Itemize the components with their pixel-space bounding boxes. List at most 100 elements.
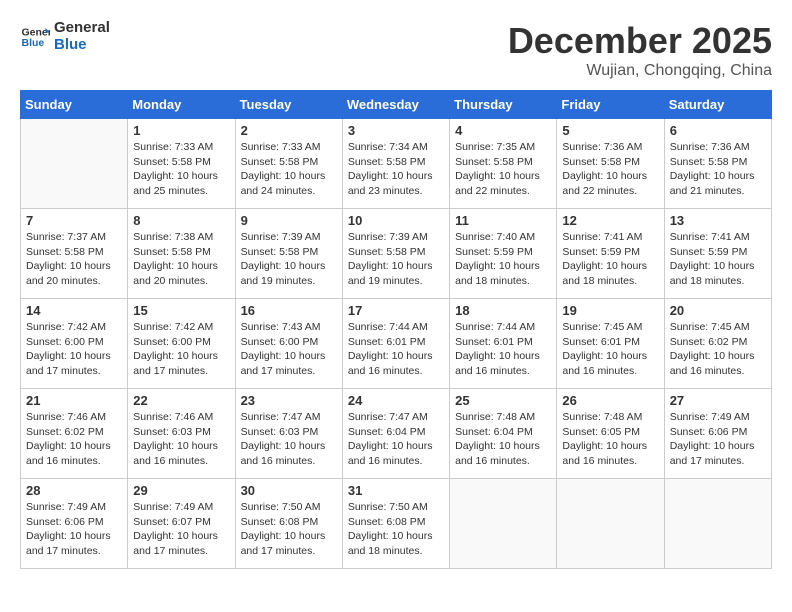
day-info: Sunrise: 7:42 AM Sunset: 6:00 PM Dayligh… (26, 320, 122, 379)
logo-line1: General (54, 20, 110, 37)
weekday-header-wednesday: Wednesday (342, 91, 449, 119)
weekday-header-monday: Monday (128, 91, 235, 119)
day-info: Sunrise: 7:43 AM Sunset: 6:00 PM Dayligh… (241, 320, 337, 379)
day-info: Sunrise: 7:45 AM Sunset: 6:01 PM Dayligh… (562, 320, 658, 379)
calendar-cell: 9Sunrise: 7:39 AM Sunset: 5:58 PM Daylig… (235, 209, 342, 299)
day-info: Sunrise: 7:38 AM Sunset: 5:58 PM Dayligh… (133, 230, 229, 289)
calendar-title: December 2025 (508, 20, 772, 62)
day-info: Sunrise: 7:37 AM Sunset: 5:58 PM Dayligh… (26, 230, 122, 289)
calendar-week-row: 7 Sunrise: 7:37 AM Sunset: 5:58 PM Daylig… (21, 209, 772, 299)
day-number: 20 (670, 303, 766, 318)
day-info: Sunrise: 7:44 AM Sunset: 6:01 PM Dayligh… (348, 320, 444, 379)
calendar-cell: 27 Sunrise: 7:49 AM Sunset: 6:06 PM Dayli… (664, 389, 771, 479)
calendar-cell: 29 Sunrise: 7:49 AM Sunset: 6:07 PM Dayli… (128, 479, 235, 569)
day-info: Sunrise: 7:34 AM Sunset: 5:58 PM Dayligh… (348, 140, 444, 199)
day-info: Sunrise: 7:45 AM Sunset: 6:02 PM Dayligh… (670, 320, 766, 379)
svg-text:Blue: Blue (22, 37, 45, 49)
weekday-header-sunday: Sunday (21, 91, 128, 119)
day-number: 2 (241, 123, 337, 138)
day-number: 13 (670, 213, 766, 228)
calendar-cell: 25Sunrise: 7:48 AM Sunset: 6:04 PM Dayli… (450, 389, 557, 479)
day-info: Sunrise: 7:41 AM Sunset: 5:59 PM Dayligh… (562, 230, 658, 289)
weekday-header-saturday: Saturday (664, 91, 771, 119)
title-section: December 2025 Wujian, Chongqing, China (508, 20, 772, 80)
day-number: 6 (670, 123, 766, 138)
day-number: 12 (562, 213, 658, 228)
day-info: Sunrise: 7:42 AM Sunset: 6:00 PM Dayligh… (133, 320, 229, 379)
day-info: Sunrise: 7:33 AM Sunset: 5:58 PM Dayligh… (133, 140, 229, 199)
day-info: Sunrise: 7:50 AM Sunset: 6:08 PM Dayligh… (348, 500, 444, 559)
day-info: Sunrise: 7:50 AM Sunset: 6:08 PM Dayligh… (241, 500, 337, 559)
calendar-cell: 13 Sunrise: 7:41 AM Sunset: 5:59 PM Dayli… (664, 209, 771, 299)
day-info: Sunrise: 7:36 AM Sunset: 5:58 PM Dayligh… (562, 140, 658, 199)
calendar-cell: 18Sunrise: 7:44 AM Sunset: 6:01 PM Dayli… (450, 299, 557, 389)
day-number: 29 (133, 483, 229, 498)
header: General Blue General Blue December 2025 … (20, 20, 772, 80)
calendar-cell: 4 Sunrise: 7:35 AM Sunset: 5:58 PM Daylig… (450, 119, 557, 209)
day-info: Sunrise: 7:49 AM Sunset: 6:06 PM Dayligh… (670, 410, 766, 469)
calendar-cell: 21Sunrise: 7:46 AM Sunset: 6:02 PM Dayli… (21, 389, 128, 479)
weekday-header-friday: Friday (557, 91, 664, 119)
calendar-week-row: 14 Sunrise: 7:42 AM Sunset: 6:00 PM Dayli… (21, 299, 772, 389)
day-number: 1 (133, 123, 229, 138)
calendar-cell: 1 Sunrise: 7:33 AM Sunset: 5:58 PM Daylig… (128, 119, 235, 209)
weekday-header-row: SundayMondayTuesdayWednesdayThursdayFrid… (21, 91, 772, 119)
day-info: Sunrise: 7:33 AM Sunset: 5:58 PM Dayligh… (241, 140, 337, 199)
logo: General Blue General Blue (20, 20, 110, 53)
day-number: 23 (241, 393, 337, 408)
calendar-cell: 2 Sunrise: 7:33 AM Sunset: 5:58 PM Daylig… (235, 119, 342, 209)
logo-icon: General Blue (20, 22, 50, 52)
day-number: 28 (26, 483, 122, 498)
calendar-cell: 15 Sunrise: 7:42 AM Sunset: 6:00 PM Dayli… (128, 299, 235, 389)
day-number: 7 (26, 213, 122, 228)
day-number: 30 (241, 483, 337, 498)
day-number: 27 (670, 393, 766, 408)
logo-line2: Blue (54, 37, 110, 54)
calendar-cell: 22 Sunrise: 7:46 AM Sunset: 6:03 PM Dayli… (128, 389, 235, 479)
day-info: Sunrise: 7:48 AM Sunset: 6:05 PM Dayligh… (562, 410, 658, 469)
day-number: 11 (455, 213, 551, 228)
calendar-cell: 19 Sunrise: 7:45 AM Sunset: 6:01 PM Dayli… (557, 299, 664, 389)
day-info: Sunrise: 7:49 AM Sunset: 6:07 PM Dayligh… (133, 500, 229, 559)
calendar-cell: 3Sunrise: 7:34 AM Sunset: 5:58 PM Daylig… (342, 119, 449, 209)
calendar-cell: 30 Sunrise: 7:50 AM Sunset: 6:08 PM Dayli… (235, 479, 342, 569)
calendar-cell: 5Sunrise: 7:36 AM Sunset: 5:58 PM Daylig… (557, 119, 664, 209)
day-info: Sunrise: 7:35 AM Sunset: 5:58 PM Dayligh… (455, 140, 551, 199)
day-info: Sunrise: 7:46 AM Sunset: 6:03 PM Dayligh… (133, 410, 229, 469)
calendar-cell: 16Sunrise: 7:43 AM Sunset: 6:00 PM Dayli… (235, 299, 342, 389)
day-info: Sunrise: 7:40 AM Sunset: 5:59 PM Dayligh… (455, 230, 551, 289)
calendar-cell (557, 479, 664, 569)
calendar-cell (21, 119, 128, 209)
day-number: 4 (455, 123, 551, 138)
day-number: 19 (562, 303, 658, 318)
day-number: 24 (348, 393, 444, 408)
calendar-cell: 28Sunrise: 7:49 AM Sunset: 6:06 PM Dayli… (21, 479, 128, 569)
day-number: 15 (133, 303, 229, 318)
calendar-cell: 24 Sunrise: 7:47 AM Sunset: 6:04 PM Dayli… (342, 389, 449, 479)
day-number: 14 (26, 303, 122, 318)
day-number: 8 (133, 213, 229, 228)
calendar-subtitle: Wujian, Chongqing, China (508, 62, 772, 80)
calendar-cell (664, 479, 771, 569)
calendar-week-row: 1 Sunrise: 7:33 AM Sunset: 5:58 PM Daylig… (21, 119, 772, 209)
day-info: Sunrise: 7:41 AM Sunset: 5:59 PM Dayligh… (670, 230, 766, 289)
day-info: Sunrise: 7:46 AM Sunset: 6:02 PM Dayligh… (26, 410, 122, 469)
calendar-cell: 14 Sunrise: 7:42 AM Sunset: 6:00 PM Dayli… (21, 299, 128, 389)
day-info: Sunrise: 7:44 AM Sunset: 6:01 PM Dayligh… (455, 320, 551, 379)
calendar-cell: 10Sunrise: 7:39 AM Sunset: 5:58 PM Dayli… (342, 209, 449, 299)
calendar-cell: 12 Sunrise: 7:41 AM Sunset: 5:59 PM Dayli… (557, 209, 664, 299)
calendar-week-row: 21Sunrise: 7:46 AM Sunset: 6:02 PM Dayli… (21, 389, 772, 479)
day-number: 22 (133, 393, 229, 408)
calendar-cell (450, 479, 557, 569)
calendar-cell: 17 Sunrise: 7:44 AM Sunset: 6:01 PM Dayli… (342, 299, 449, 389)
day-info: Sunrise: 7:36 AM Sunset: 5:58 PM Dayligh… (670, 140, 766, 199)
weekday-header-tuesday: Tuesday (235, 91, 342, 119)
day-number: 31 (348, 483, 444, 498)
calendar-cell: 6 Sunrise: 7:36 AM Sunset: 5:58 PM Daylig… (664, 119, 771, 209)
calendar-cell: 31 Sunrise: 7:50 AM Sunset: 6:08 PM Dayli… (342, 479, 449, 569)
calendar-week-row: 28Sunrise: 7:49 AM Sunset: 6:06 PM Dayli… (21, 479, 772, 569)
day-number: 17 (348, 303, 444, 318)
day-info: Sunrise: 7:47 AM Sunset: 6:04 PM Dayligh… (348, 410, 444, 469)
calendar-cell: 26Sunrise: 7:48 AM Sunset: 6:05 PM Dayli… (557, 389, 664, 479)
calendar-table: SundayMondayTuesdayWednesdayThursdayFrid… (20, 90, 772, 569)
